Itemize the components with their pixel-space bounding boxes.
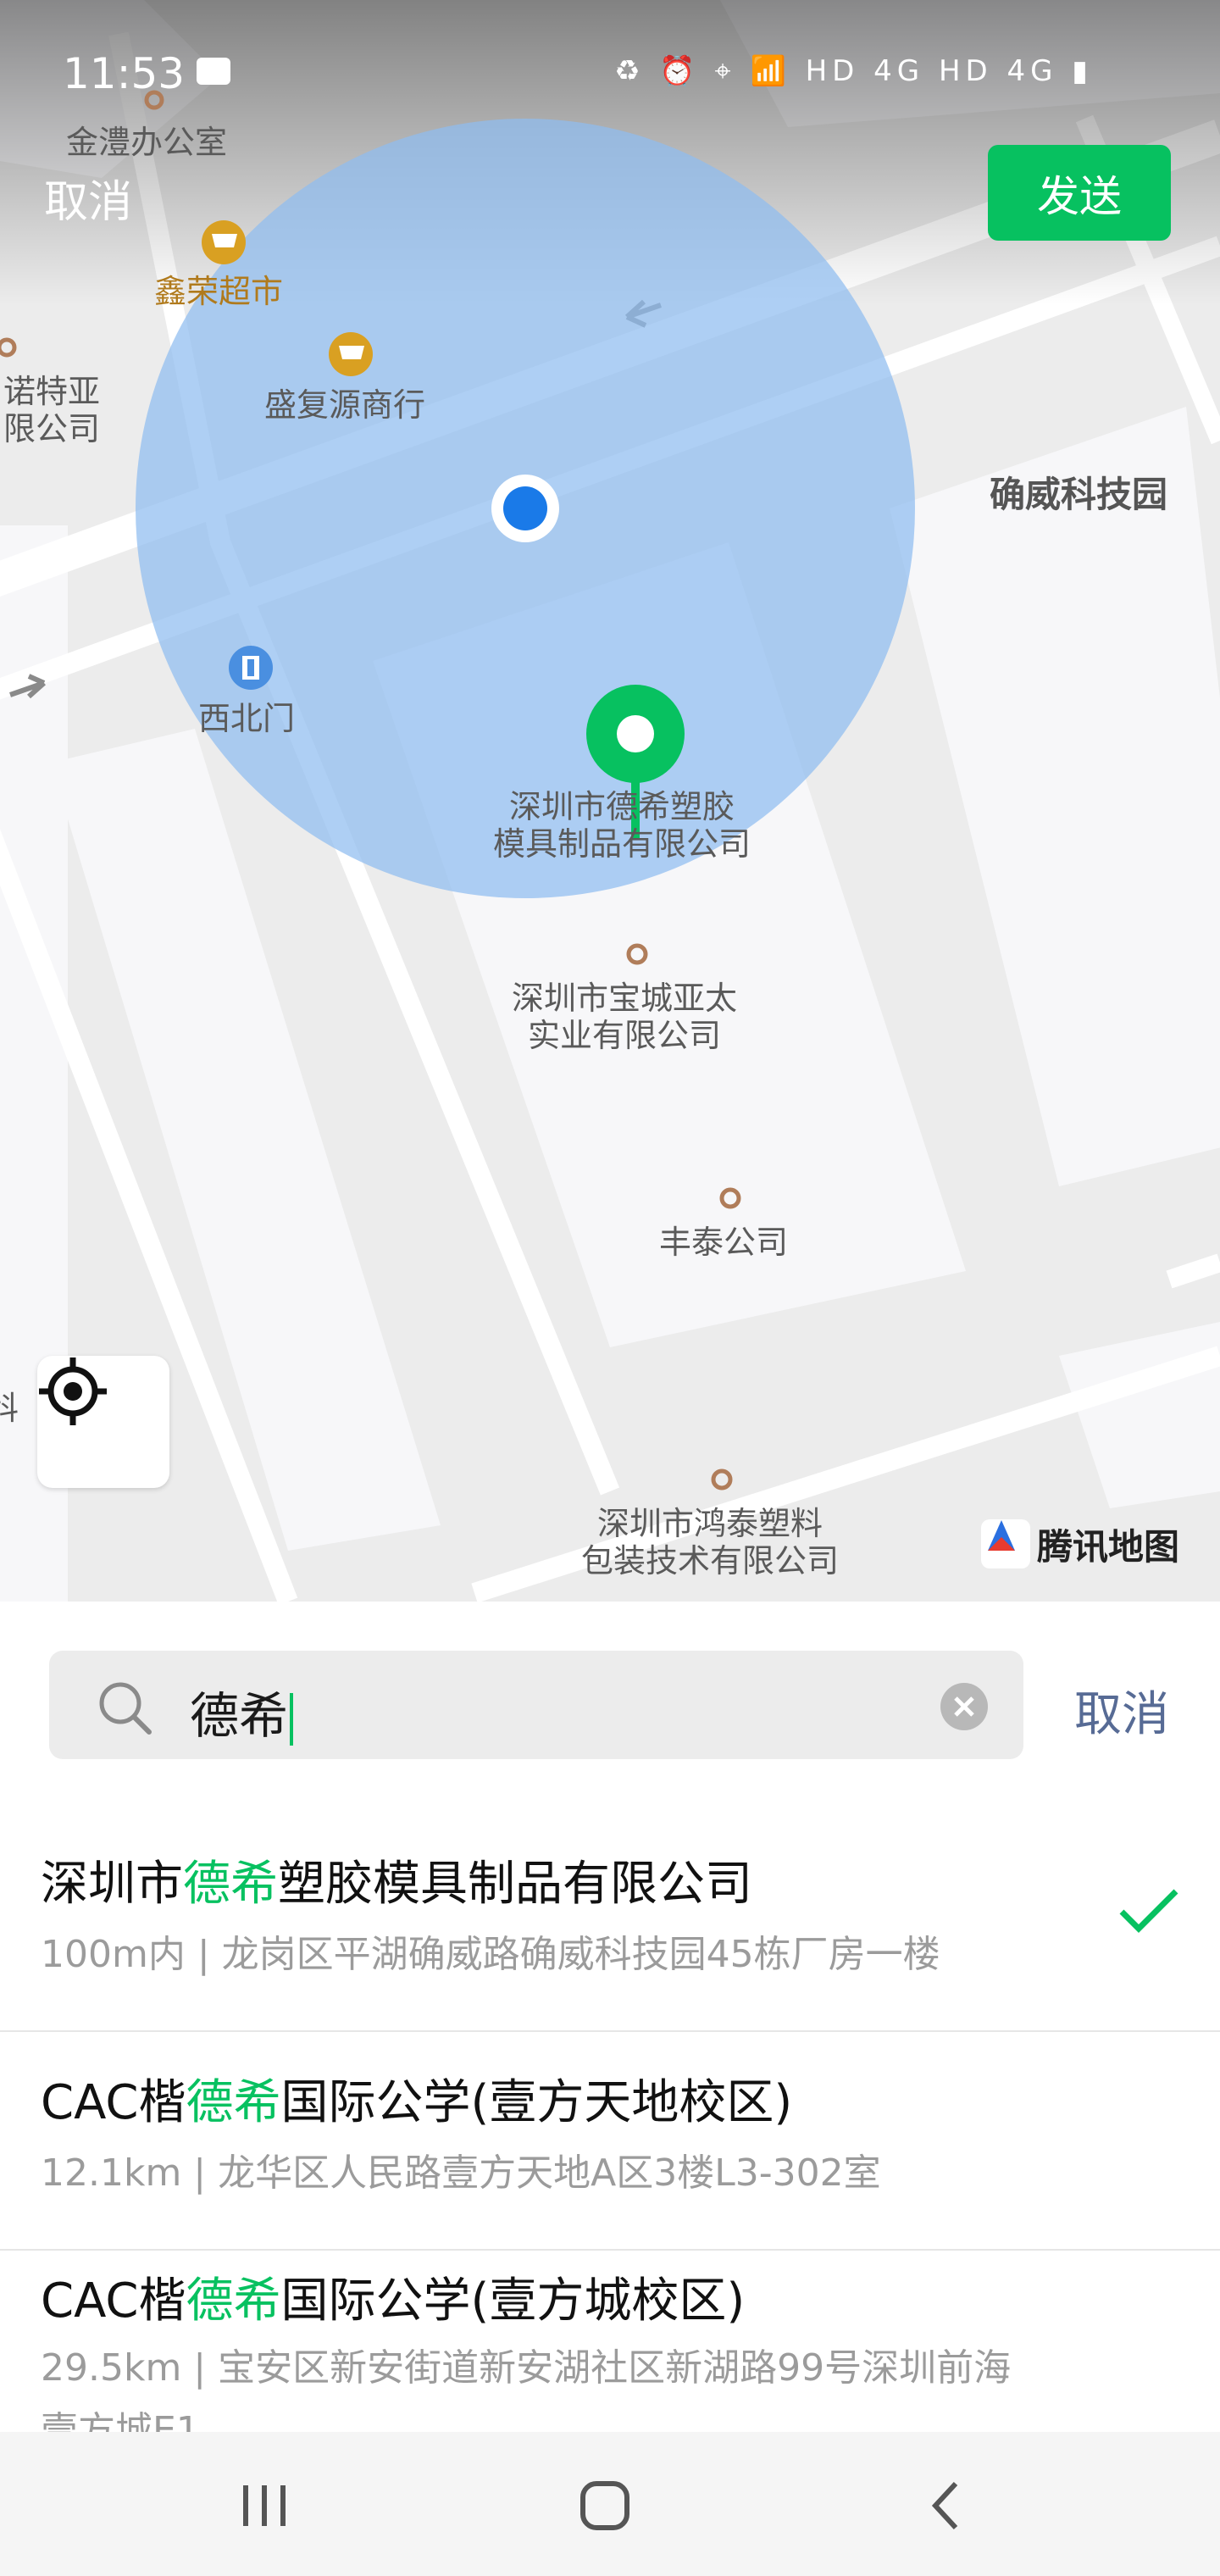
result-subtitle: 100m内 | 龙岗区平湖确威路确威科技园45栋厂房一楼 [41,1933,940,1976]
search-input[interactable]: 德希 [190,1676,294,1747]
status-bar: 11:53 ♻ ⏰ ⌖ 📶 HD 4G HD 4G ▮ [0,34,1220,110]
tencent-map-icon [981,1519,1030,1568]
cancel-button[interactable]: 取消 [44,166,132,230]
search-query: 德希 [190,1687,289,1745]
result-title: CAC楷德希国际公学(壹方天地校区) [41,2075,793,2130]
result-subtitle: 12.1km | 龙华区人民路壹方天地A区3楼L3-302室 [41,2151,881,2195]
search-sheet: 德希 取消 深圳市德希塑胶模具制品有限公司 100m内 | 龙岗区平湖确威路确威… [0,1602,1220,2432]
map-label-baocheng: 深圳市宝城亚太 实业有限公司 [512,980,738,1054]
map-label-queweipark: 确威科技园 [990,474,1168,515]
send-button[interactable]: 发送 [988,145,1171,241]
map-label-nuoteya: 诺特亚 限公司 [3,373,101,447]
status-icons: ♻ ⏰ ⌖ 📶 HD 4G HD 4G ▮ [614,54,1093,88]
map-label-xibeimen: 西北门 [198,700,296,737]
block [1059,1322,1220,1508]
block [890,407,1220,1186]
result-subtitle: 29.5km | 宝安区新安街道新安湖社区新湖路99号深圳前海 [41,2346,1012,2390]
locate-me-button[interactable] [37,1356,169,1488]
poi-dot [0,337,17,358]
system-nav-bar [0,2432,1220,2576]
map-label-jinpu: 金澧办公室 [66,124,228,161]
result-item[interactable]: 深圳市德希塑胶模具制品有限公司 100m内 | 龙岗区平湖确威路确威科技园45栋… [0,1812,1220,2032]
poi-dot [711,1468,733,1491]
search-field[interactable]: 德希 [49,1651,1023,1759]
crosshair-icon [39,1357,107,1425]
map-label-xinrong: 鑫荣超市 [154,273,284,310]
map-label-dexi: 深圳市德希塑胶 模具制品有限公司 [493,788,751,863]
map-label-shengfu: 盛复源商行 [264,386,426,424]
home-icon [580,2481,629,2530]
map-provider-logo: 腾讯地图 [981,1517,1179,1571]
checkmark-icon [1119,1889,1178,1933]
map-label-fengtai: 丰泰公司 [659,1224,789,1261]
back-button[interactable] [912,2476,979,2535]
search-icon [99,1682,152,1735]
map-label-ke: 科 [0,1390,19,1427]
result-item[interactable]: CAC楷德希国际公学(壹方天地校区) 12.1km | 龙华区人民路壹方天地A区… [0,2030,1220,2251]
result-title: 深圳市德希塑胶模具制品有限公司 [41,1857,752,1912]
recent-apps-icon [243,2485,286,2526]
status-time: 11:53 [63,49,186,98]
recent-apps-button[interactable] [230,2476,298,2535]
result-subtitle-line2: 壹方城E1 [41,2409,200,2432]
clear-icon[interactable] [939,1681,990,1732]
map-label-hongtai: 深圳市鸿泰塑料 包装技术有限公司 [581,1505,840,1579]
result-item[interactable]: CAC楷德希国际公学(壹方城校区) 29.5km | 宝安区新安街道新安湖社区新… [0,2249,1220,2432]
text-caret [290,1692,294,1746]
home-button[interactable] [571,2476,639,2535]
result-title: CAC楷德希国际公学(壹方城校区) [41,2273,746,2329]
back-icon [931,2481,958,2530]
message-icon [197,58,230,85]
search-cancel-button[interactable]: 取消 [1074,1676,1169,1745]
map-provider-label: 腾讯地图 [1037,1525,1180,1568]
